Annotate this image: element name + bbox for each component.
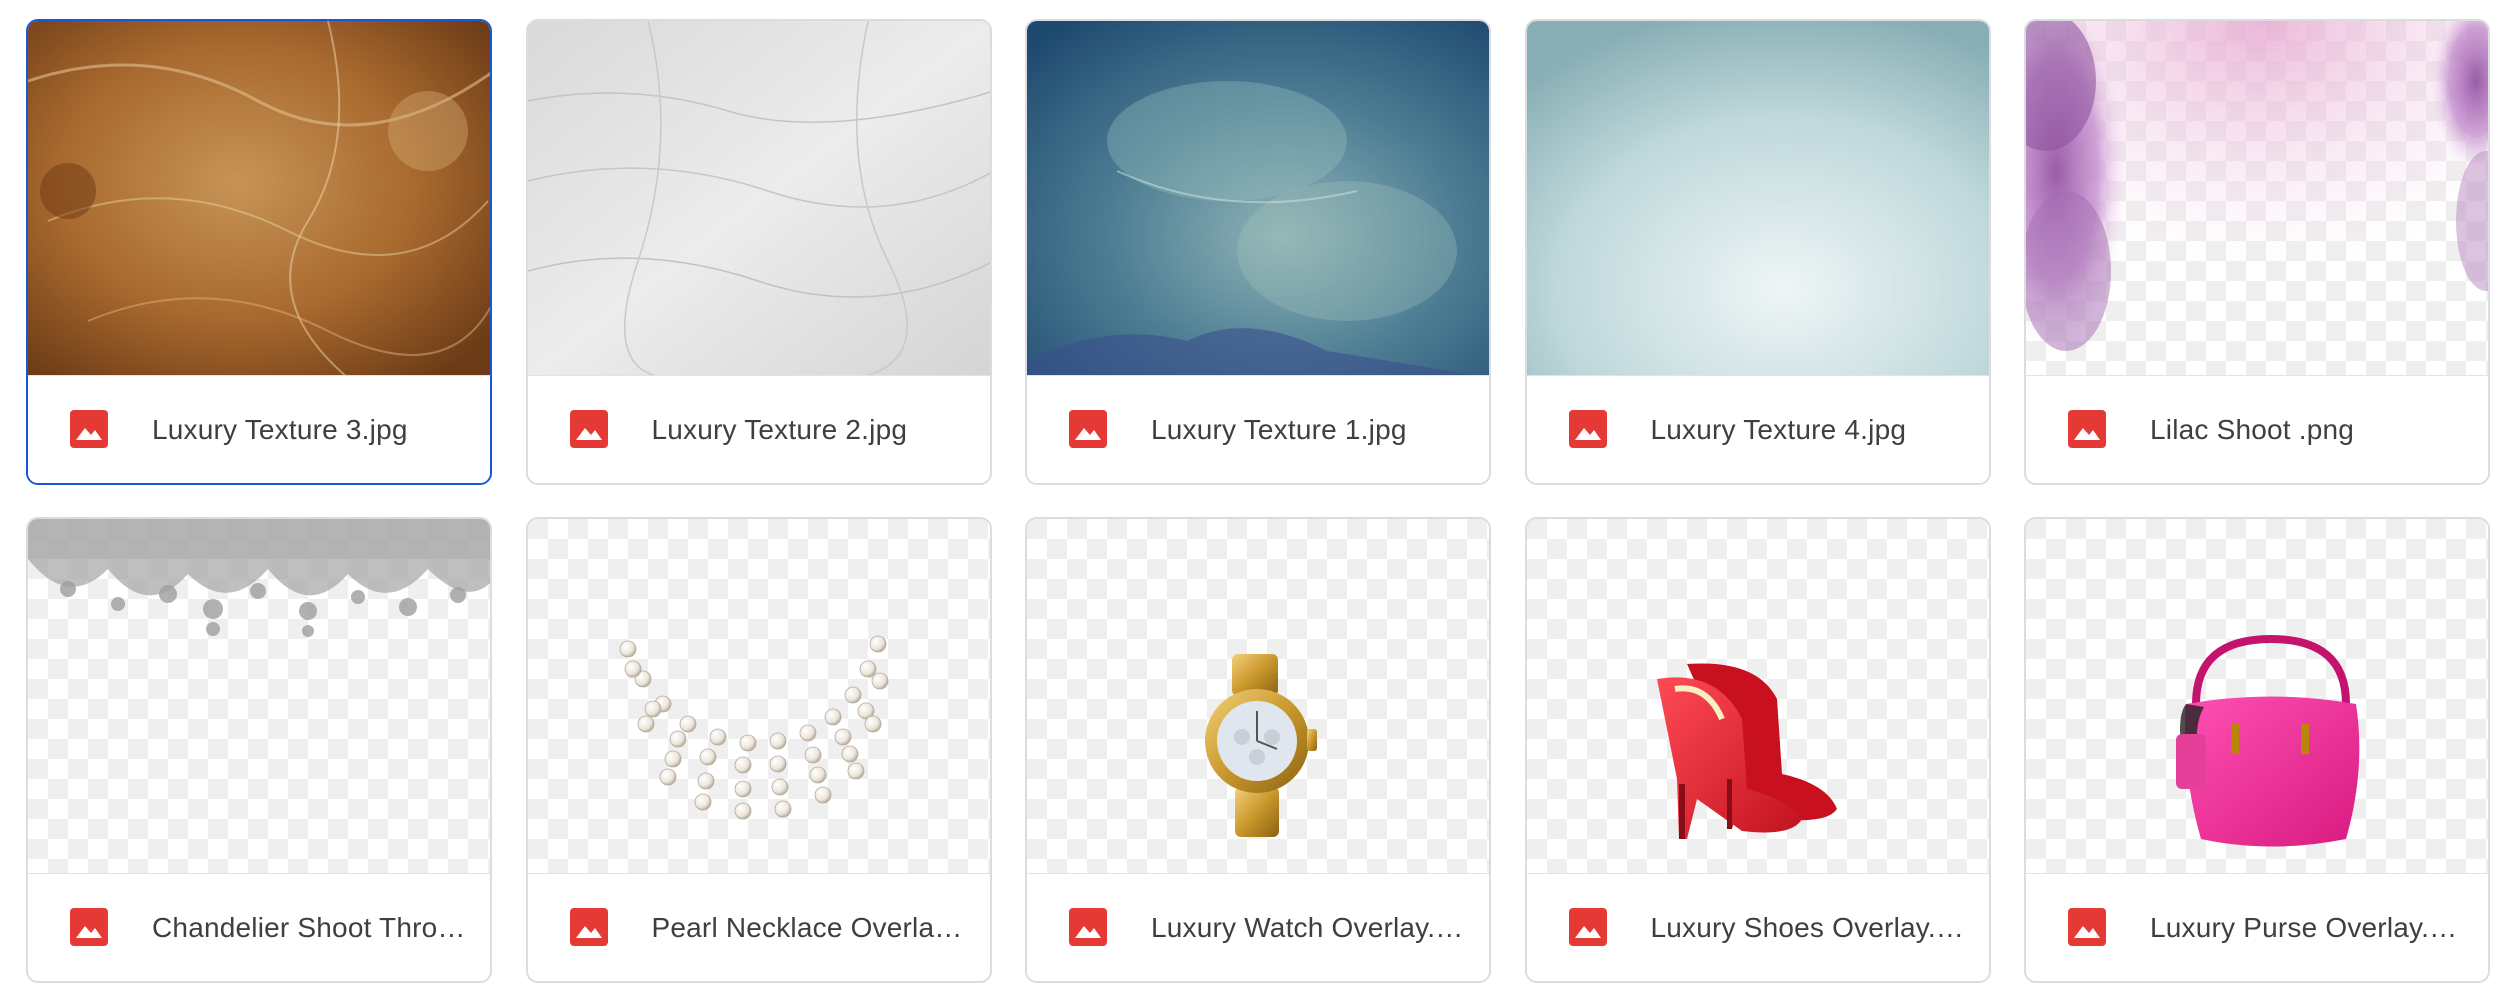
file-thumbnail: [28, 21, 490, 378]
image-file-icon: [70, 908, 108, 946]
file-footer: Lilac Shoot .png: [2026, 375, 2488, 483]
file-card[interactable]: Pearl Necklace Overlay…: [525, 517, 992, 983]
file-name: Pearl Necklace Overlay…: [651, 911, 966, 943]
file-name: Luxury Texture 1.jpg: [1151, 413, 1407, 445]
file-card[interactable]: Luxury Texture 4.jpg: [1524, 19, 1991, 485]
file-footer: Luxury Texture 1.jpg: [1027, 375, 1489, 483]
image-file-icon: [1069, 908, 1107, 946]
file-name: Luxury Texture 4.jpg: [1650, 413, 1907, 445]
file-card[interactable]: Lilac Shoot .png: [2024, 19, 2490, 485]
image-file-icon: [2068, 410, 2106, 448]
file-thumbnail: [1027, 519, 1489, 876]
image-file-icon: [1069, 410, 1107, 448]
file-grid: Luxury Texture 3.jpg Luxury Texture 2.jp…: [26, 19, 2490, 983]
file-footer: Luxury Purse Overlay.p…: [2026, 873, 2488, 981]
file-card[interactable]: Luxury Texture 2.jpg: [525, 19, 992, 485]
file-footer: Luxury Texture 3.jpg: [28, 375, 490, 483]
image-file-icon: [70, 410, 108, 448]
file-thumbnail: [28, 519, 490, 876]
file-thumbnail: [527, 519, 990, 876]
file-footer: Luxury Watch Overlay.…: [1027, 873, 1489, 981]
file-name: Luxury Texture 2.jpg: [651, 413, 908, 445]
file-name: Luxury Texture 3.jpg: [152, 413, 408, 445]
file-thumbnail: [527, 21, 990, 378]
file-footer: Luxury Texture 4.jpg: [1526, 375, 1989, 483]
file-name: Luxury Purse Overlay.p…: [2150, 911, 2464, 943]
file-thumbnail: [1027, 21, 1489, 378]
file-name: Luxury Shoes Overlay.…: [1650, 911, 1965, 943]
file-thumbnail: [2026, 519, 2488, 876]
file-name: Luxury Watch Overlay.…: [1151, 911, 1464, 943]
file-footer: Luxury Texture 2.jpg: [527, 375, 990, 483]
file-thumbnail: [2026, 21, 2488, 378]
image-file-icon: [1568, 410, 1607, 448]
image-file-icon: [569, 908, 608, 946]
file-footer: Chandelier Shoot Thro…: [28, 873, 490, 981]
file-name: Lilac Shoot .png: [2150, 413, 2355, 445]
file-card[interactable]: Luxury Watch Overlay.…: [1025, 517, 1491, 983]
file-card[interactable]: Luxury Purse Overlay.p…: [2024, 517, 2490, 983]
file-card[interactable]: Luxury Texture 3.jpg: [26, 19, 492, 485]
file-card[interactable]: Chandelier Shoot Thro…: [26, 517, 492, 983]
file-card[interactable]: Luxury Texture 1.jpg: [1025, 19, 1491, 485]
file-footer: Luxury Shoes Overlay.…: [1526, 873, 1989, 981]
image-file-icon: [2068, 908, 2106, 946]
image-file-icon: [569, 410, 608, 448]
file-card[interactable]: Luxury Shoes Overlay.…: [1524, 517, 1991, 983]
file-footer: Pearl Necklace Overlay…: [527, 873, 990, 981]
file-thumbnail: [1526, 519, 1989, 876]
image-file-icon: [1568, 908, 1607, 946]
file-name: Chandelier Shoot Thro…: [152, 911, 466, 943]
file-thumbnail: [1526, 21, 1989, 378]
